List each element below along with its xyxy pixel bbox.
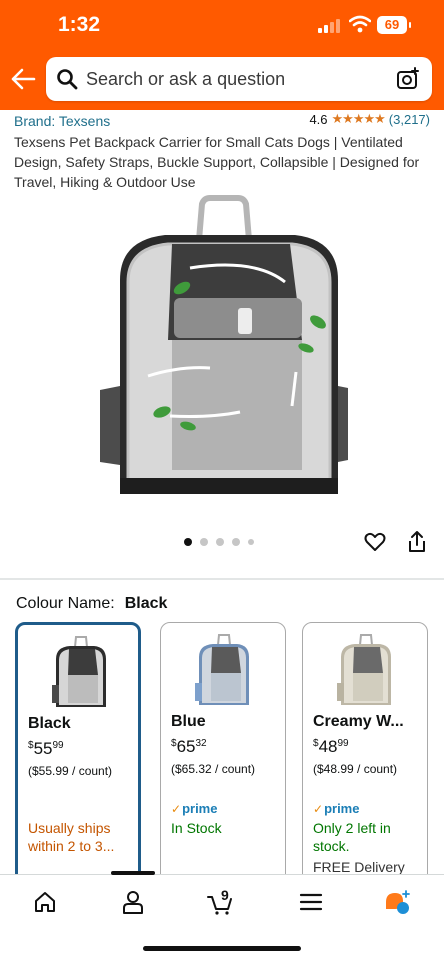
pager-dot bbox=[216, 538, 224, 546]
prime-badge: ✓prime bbox=[313, 801, 360, 816]
camera-search-icon[interactable] bbox=[396, 67, 420, 91]
option-unit-price: ($48.99 / count) bbox=[313, 762, 398, 776]
app-header: 1:32 69 Search or ask a question bbox=[0, 0, 444, 110]
option-thumbnail bbox=[195, 634, 249, 705]
bottom-nav: 9 bbox=[0, 871, 444, 960]
home-indicator bbox=[143, 946, 301, 951]
rufus-assistant-icon[interactable] bbox=[384, 889, 410, 915]
account-icon[interactable] bbox=[120, 889, 146, 915]
option-delivery: FREE Delivery bbox=[313, 859, 405, 875]
search-bar[interactable]: Search or ask a question bbox=[46, 57, 432, 101]
prime-badge: ✓prime bbox=[171, 801, 218, 816]
pager-dot bbox=[248, 539, 254, 545]
cellular-signal-icon bbox=[318, 19, 342, 33]
option-availability: In Stock bbox=[171, 820, 222, 836]
pager-dot bbox=[184, 538, 192, 546]
option-thumbnail bbox=[337, 634, 391, 705]
brand-link[interactable]: Brand: Texsens bbox=[14, 113, 110, 129]
status-time: 1:32 bbox=[58, 13, 101, 36]
menu-icon[interactable] bbox=[298, 889, 324, 915]
option-availability: Only 2 left in stock. bbox=[313, 820, 391, 854]
active-tab-indicator bbox=[111, 871, 155, 875]
search-icon bbox=[57, 69, 78, 90]
review-count-link[interactable]: (3,217) bbox=[389, 112, 430, 127]
heart-icon[interactable] bbox=[364, 531, 386, 553]
search-input[interactable]: Search or ask a question bbox=[86, 69, 285, 90]
home-icon[interactable] bbox=[32, 889, 58, 915]
section-divider bbox=[0, 578, 444, 580]
back-arrow-icon[interactable] bbox=[10, 66, 36, 92]
option-availability: Usually ships within 2 to 3... bbox=[28, 820, 115, 854]
wifi-icon bbox=[349, 15, 371, 33]
colour-name-row: Colour Name: Black bbox=[16, 595, 167, 613]
option-unit-price: ($65.32 / count) bbox=[171, 762, 256, 776]
colour-option-creamy-white[interactable]: Creamy W... $4899 ($48.99 / count) ✓prim… bbox=[302, 622, 428, 892]
option-name: Creamy W... bbox=[313, 713, 404, 730]
image-pager bbox=[184, 538, 254, 546]
option-price: $6532 bbox=[171, 737, 207, 756]
option-unit-price: ($55.99 / count) bbox=[28, 764, 113, 778]
option-name: Black bbox=[28, 715, 71, 732]
prime-check-icon: ✓ bbox=[313, 802, 324, 816]
colour-option-black[interactable]: Black $5599 ($55.99 / count) Usually shi… bbox=[15, 622, 141, 892]
status-bar: 1:32 69 bbox=[0, 0, 444, 52]
colour-label: Colour Name: bbox=[16, 595, 115, 612]
cart-icon[interactable] bbox=[207, 889, 233, 915]
product-title: Texsens Pet Backpack Carrier for Small C… bbox=[14, 134, 420, 190]
rating-value: 4.6 bbox=[309, 111, 328, 127]
pager-dot bbox=[232, 538, 240, 546]
share-icon[interactable] bbox=[406, 530, 428, 554]
prime-check-icon: ✓ bbox=[171, 802, 182, 816]
option-price: $5599 bbox=[28, 739, 64, 758]
option-price: $4899 bbox=[313, 737, 349, 756]
colour-selected: Black bbox=[124, 595, 168, 612]
battery-icon: 69 bbox=[377, 16, 411, 34]
option-thumbnail bbox=[52, 636, 106, 707]
star-rating-icon: ★★★★★ bbox=[331, 111, 386, 126]
colour-option-blue[interactable]: Blue $6532 ($65.32 / count) ✓prime In St… bbox=[160, 622, 286, 892]
option-name: Blue bbox=[171, 713, 206, 730]
rating-summary[interactable]: 4.6 ★★★★★ (3,217) bbox=[309, 111, 430, 127]
pager-dot bbox=[200, 538, 208, 546]
product-image[interactable] bbox=[90, 190, 360, 510]
cart-count-badge: 9 bbox=[221, 887, 229, 903]
